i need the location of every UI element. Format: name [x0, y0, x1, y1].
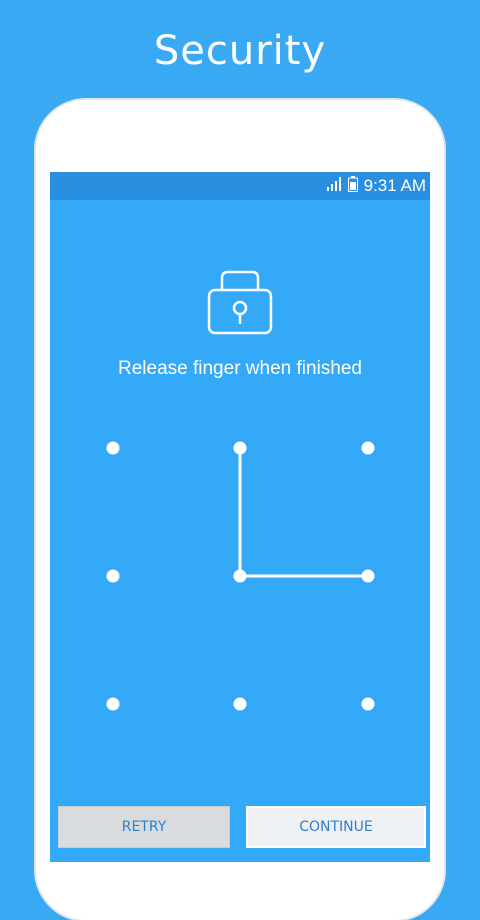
pattern-dot-3[interactable]	[361, 441, 375, 455]
pattern-dot-5[interactable]	[233, 569, 247, 583]
pattern-dot-1[interactable]	[106, 441, 120, 455]
pattern-grid[interactable]	[50, 172, 430, 862]
retry-button[interactable]: RETRY	[58, 806, 230, 848]
pattern-dot-6[interactable]	[361, 569, 375, 583]
pattern-dot-7[interactable]	[106, 697, 120, 711]
pattern-dot-9[interactable]	[361, 697, 375, 711]
continue-button[interactable]: CONTINUE	[246, 806, 426, 848]
page-title: Security	[153, 28, 327, 74]
pattern-dot-2[interactable]	[233, 441, 247, 455]
pattern-dot-8[interactable]	[233, 697, 247, 711]
pattern-dot-4[interactable]	[106, 569, 120, 583]
phone-screen: 9:31 AM Release finger when finished RET…	[50, 172, 430, 862]
